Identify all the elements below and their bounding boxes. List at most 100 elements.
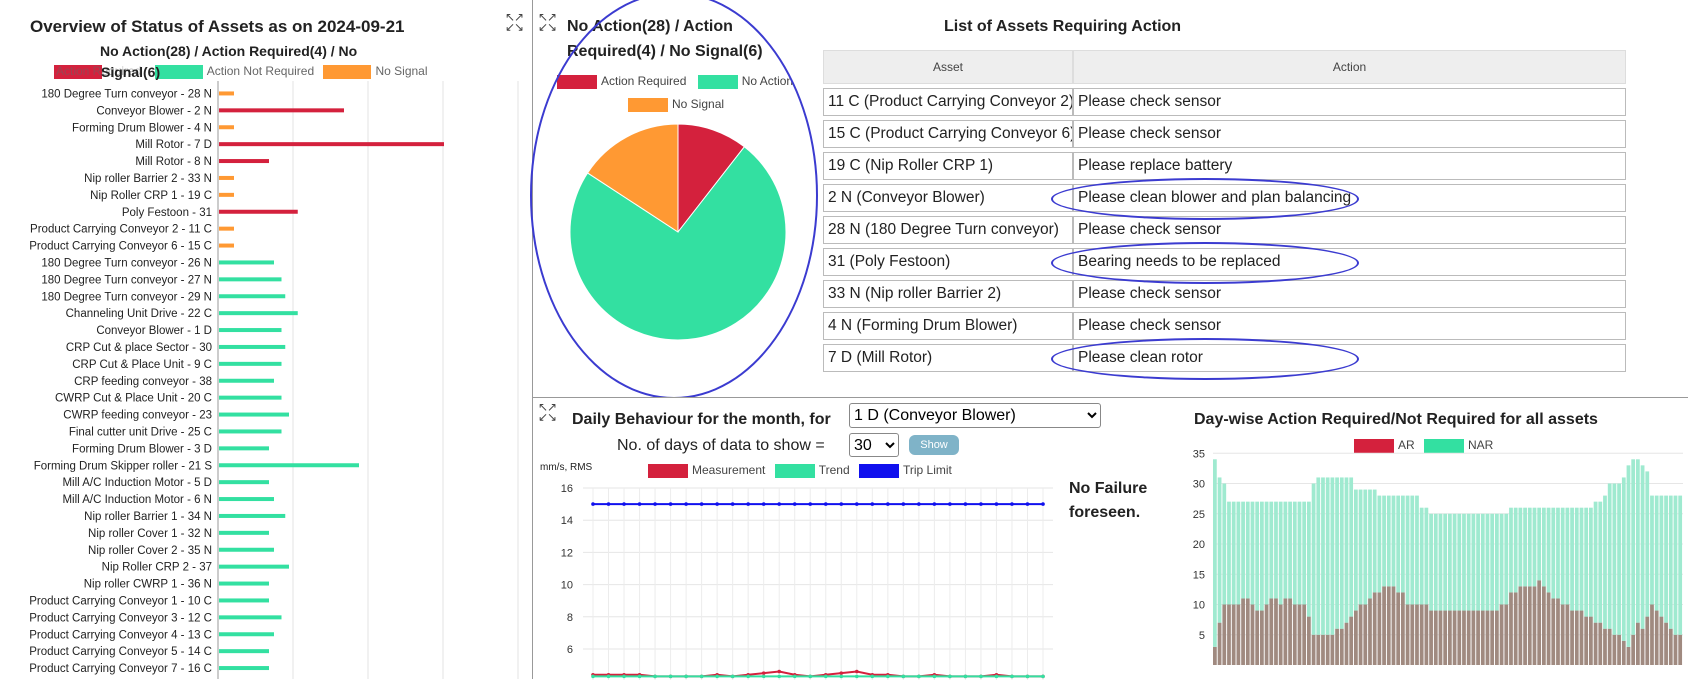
legend-no-signal[interactable]: No Signal <box>323 64 428 79</box>
bar <box>219 547 274 552</box>
category-label: Poly Festoon - 31 <box>122 207 212 219</box>
bar-nar <box>1358 489 1363 605</box>
data-point <box>653 502 657 506</box>
bar-nar <box>1377 495 1382 593</box>
days-select[interactable]: 30 <box>849 433 899 457</box>
data-point <box>684 674 688 679</box>
table-row[interactable]: 33 N (Nip roller Barrier 2) Please check … <box>823 280 1626 308</box>
category-label: CRP Cut & place Sector - 30 <box>66 342 212 354</box>
category-label: CRP feeding conveyor - 38 <box>74 376 212 388</box>
data-point <box>606 502 611 506</box>
data-point <box>870 502 875 506</box>
y-tick-label: 25 <box>1193 509 1205 521</box>
bar-ar <box>1466 610 1471 665</box>
category-label: Mill A/C Induction Motor - 5 D <box>62 477 212 489</box>
bar-ar <box>1321 634 1325 665</box>
bar-ar <box>1523 586 1527 665</box>
bar <box>219 175 234 180</box>
legend-trend-label: Trend <box>818 463 850 477</box>
expand-icon[interactable]: ↖↗ ↙↘ <box>538 401 557 423</box>
assets-table-scroll[interactable]: Asset Action 11 C (Product Carrying Conv… <box>823 46 1626 382</box>
bar-ar <box>1391 586 1396 665</box>
data-point <box>591 502 595 506</box>
bar-nar <box>1311 483 1316 635</box>
daily-title: Daily Behaviour for the month, for <box>572 411 831 428</box>
bar-ar <box>1495 610 1499 665</box>
table-row[interactable]: 7 D (Mill Rotor) Please clean rotor <box>823 344 1626 372</box>
col-header-action[interactable]: Action <box>1073 50 1626 84</box>
data-point <box>839 502 844 506</box>
legend-label-ns: No Signal <box>375 64 428 78</box>
category-label: Mill Rotor - 7 D <box>135 139 212 151</box>
daily-legend: Measurement Trend Trip Limit <box>648 463 952 478</box>
bar-ar <box>1476 610 1480 665</box>
category-label: Product Carrying Conveyor 3 - 12 C <box>29 612 212 624</box>
bar-nar <box>1429 513 1433 611</box>
legend-measurement[interactable]: Measurement <box>648 463 765 478</box>
bar-nar <box>1457 513 1462 611</box>
table-row[interactable]: 11 C (Product Carrying Conveyor 2) Please… <box>823 88 1626 116</box>
expand-icon[interactable]: ↖↗ ↙↘ <box>505 11 524 33</box>
category-label: 180 Degree Turn conveyor - 26 N <box>41 257 212 269</box>
asset-cell: 19 C (Nip Roller CRP 1) <box>823 152 1073 180</box>
table-row[interactable]: 2 N (Conveyor Blower) Please clean blower… <box>823 184 1626 212</box>
bar-ar <box>1617 634 1621 665</box>
asset-select[interactable]: 1 D (Conveyor Blower) <box>849 403 1101 428</box>
y-tick-label: 5 <box>1199 630 1205 642</box>
category-label: Nip roller Barrier 1 - 34 N <box>84 511 212 523</box>
bar-nar <box>1250 501 1255 605</box>
pie-legend-na[interactable]: No Action <box>697 74 793 89</box>
bar-nar <box>1292 501 1297 605</box>
category-label: Product Carrying Conveyor 7 - 16 C <box>29 663 212 675</box>
bar-nar <box>1415 495 1419 605</box>
data-point <box>668 502 673 506</box>
legend-trend[interactable]: Trend <box>774 463 850 478</box>
legend-action-not-required[interactable]: Action Not Required <box>154 64 314 79</box>
y-tick-label: 14 <box>561 515 573 527</box>
show-button[interactable]: Show <box>909 435 959 455</box>
category-label: CWRP feeding conveyor - 23 <box>63 410 212 422</box>
table-row[interactable]: 31 (Poly Festoon) Bearing needs to be rep… <box>823 248 1626 276</box>
bar-ar <box>1419 604 1424 665</box>
bar-nar <box>1401 495 1405 593</box>
bar-ar <box>1213 646 1217 665</box>
category-label: Product Carrying Conveyor 4 - 13 C <box>29 629 212 641</box>
bar-nar <box>1321 477 1325 635</box>
bar <box>219 108 344 113</box>
table-row[interactable]: 19 C (Nip Roller CRP 1) Please replace ba… <box>823 152 1626 180</box>
category-label: Conveyor Blower - 2 N <box>96 105 212 117</box>
bar-ar <box>1631 634 1636 665</box>
bar-nar <box>1636 459 1640 623</box>
bar-nar <box>1213 459 1217 647</box>
legend-trip-limit[interactable]: Trip Limit <box>858 463 952 478</box>
asset-cell: 15 C (Product Carrying Conveyor 6) <box>823 120 1073 148</box>
data-point <box>715 502 719 506</box>
table-row[interactable]: 4 N (Forming Drum Blower) Please check se… <box>823 312 1626 340</box>
bar-nar <box>1471 513 1476 611</box>
bar-nar <box>1523 507 1527 587</box>
swatch-trip-limit <box>858 463 899 478</box>
bar-ar <box>1250 604 1255 665</box>
pie-legend-ar[interactable]: Action Required <box>557 74 686 89</box>
table-row[interactable]: 15 C (Product Carrying Conveyor 6) Please… <box>823 120 1626 148</box>
table-row[interactable]: 28 N (180 Degree Turn conveyor) Please ch… <box>823 216 1626 244</box>
failure-message-line2: foreseen. <box>1069 504 1141 521</box>
bar-nar <box>1589 507 1593 617</box>
bar-ar <box>1518 586 1523 665</box>
data-point <box>622 502 626 506</box>
bar-nar <box>1579 507 1584 611</box>
bar <box>219 294 286 299</box>
pie-legend-ns[interactable]: No Signal <box>628 97 724 112</box>
category-label: Conveyor Blower - 1 D <box>96 325 212 337</box>
failure-message-line1: No Failure <box>1069 480 1148 497</box>
data-point <box>979 502 983 506</box>
col-header-asset[interactable]: Asset <box>823 50 1073 84</box>
bar-ar <box>1551 598 1556 665</box>
expand-icon[interactable]: ↖↗ ↙↘ <box>538 11 557 33</box>
bar-nar <box>1419 507 1424 605</box>
category-label: Forming Drum Blower - 4 N <box>72 122 212 134</box>
bar-ar <box>1546 592 1551 665</box>
bar-nar <box>1452 513 1457 611</box>
bar-nar <box>1269 501 1274 599</box>
bar <box>219 666 269 671</box>
